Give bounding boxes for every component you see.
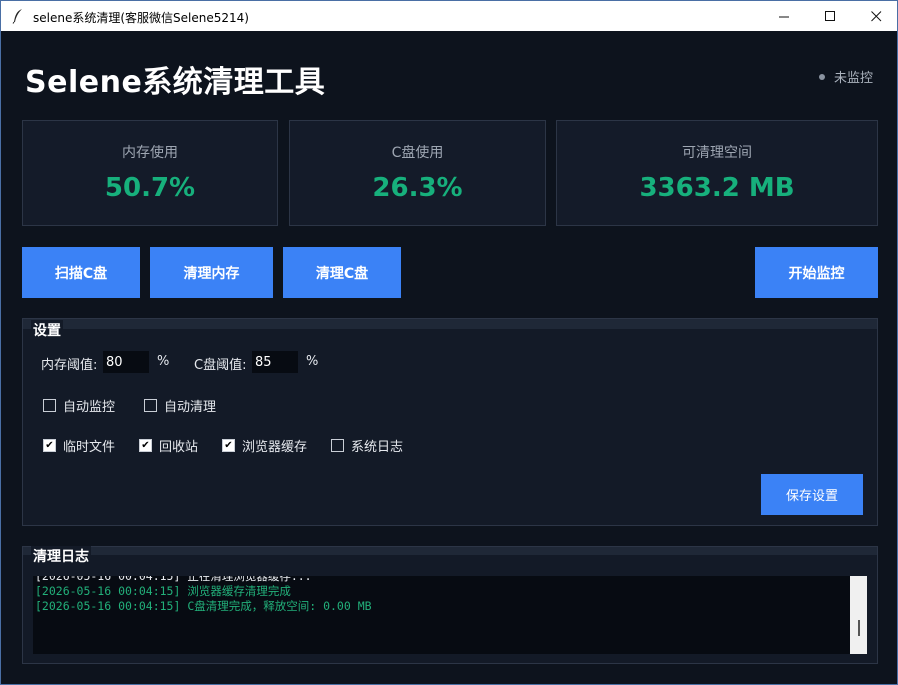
c-disk-usage-card: C盘使用 26.3% bbox=[289, 120, 546, 226]
close-icon bbox=[870, 10, 881, 21]
card-label: 可清理空间 bbox=[682, 145, 752, 161]
log-line: [2026-05-16 00:04:15] C盘清理完成，释放空间: 0.00 … bbox=[35, 599, 372, 613]
checkbox-box[interactable] bbox=[43, 399, 56, 412]
clean-c-button[interactable]: 清理C盘 bbox=[283, 247, 401, 298]
log-header-bar bbox=[23, 547, 877, 555]
memory-unit: % bbox=[157, 354, 170, 369]
checkbox-label: 自动监控 bbox=[63, 400, 116, 415]
window-title: selene系统清理(客服微信Selene5214) bbox=[33, 11, 249, 25]
memory-threshold-input[interactable] bbox=[103, 351, 149, 373]
start-monitor-button[interactable]: 开始监控 bbox=[755, 247, 878, 298]
card-value: 26.3% bbox=[372, 173, 463, 203]
card-value: 50.7% bbox=[104, 173, 196, 203]
clean-log-panel: 清理日志 [2026-05-16 00:04:15] 正在清理浏览器缓存... … bbox=[22, 546, 878, 664]
checkbox-box[interactable]: ✔ bbox=[222, 439, 235, 452]
checkbox-box[interactable]: ✔ bbox=[139, 439, 152, 452]
settings-panel: 设置 内存阈值: % C盘阈值: % 自动监控 自动清理 ✔ 临时文件 ✔ 回收… bbox=[22, 318, 878, 526]
log-line: [2026-05-16 00:04:15] 浏览器缓存清理完成 bbox=[35, 584, 291, 598]
minimize-button[interactable] bbox=[761, 1, 807, 31]
checkbox-box[interactable] bbox=[144, 399, 157, 412]
settings-title: 设置 bbox=[31, 320, 63, 340]
log-title: 清理日志 bbox=[31, 546, 91, 566]
recycle-bin-checkbox[interactable]: ✔ 回收站 bbox=[139, 436, 198, 455]
checkbox-label: 临时文件 bbox=[63, 440, 116, 455]
status-dot-icon bbox=[819, 73, 825, 80]
main-content: Selene系统清理工具 未监控 内存使用 50.7% C盘使用 26.3% 可… bbox=[1, 31, 897, 684]
cleanable-space-card: 可清理空间 3363.2 MB bbox=[556, 120, 878, 226]
checkbox-label: 系统日志 bbox=[351, 440, 404, 455]
memory-threshold-label: 内存阈值: bbox=[41, 358, 98, 373]
page-title: Selene系统清理工具 bbox=[25, 65, 326, 100]
checkbox-label: 自动清理 bbox=[164, 400, 217, 415]
title-bar[interactable]: selene系统清理(客服微信Selene5214) bbox=[1, 1, 897, 31]
auto-monitor-checkbox[interactable]: 自动监控 bbox=[43, 396, 115, 415]
c-unit: % bbox=[306, 354, 319, 369]
checkbox-label: 回收站 bbox=[159, 440, 199, 455]
scan-c-button[interactable]: 扫描C盘 bbox=[22, 247, 140, 298]
scrollbar-thumb[interactable] bbox=[858, 620, 860, 636]
system-log-checkbox[interactable]: 系统日志 bbox=[331, 436, 403, 455]
settings-header-bar bbox=[23, 319, 877, 329]
log-scrollbar[interactable] bbox=[850, 576, 867, 654]
monitor-status: 未监控 bbox=[819, 67, 873, 86]
checkbox-box[interactable]: ✔ bbox=[43, 439, 56, 452]
temp-files-checkbox[interactable]: ✔ 临时文件 bbox=[43, 436, 115, 455]
card-label: 内存使用 bbox=[122, 145, 178, 161]
close-button[interactable] bbox=[853, 1, 897, 31]
maximize-button[interactable] bbox=[807, 1, 853, 31]
checkbox-label: 浏览器缓存 bbox=[242, 440, 308, 455]
browser-cache-checkbox[interactable]: ✔ 浏览器缓存 bbox=[222, 436, 307, 455]
save-settings-button[interactable]: 保存设置 bbox=[761, 474, 863, 515]
checkbox-box[interactable] bbox=[331, 439, 344, 452]
app-window: selene系统清理(客服微信Selene5214) Selene系统清理工具 … bbox=[0, 0, 898, 685]
auto-clean-checkbox[interactable]: 自动清理 bbox=[144, 396, 216, 415]
c-threshold-label: C盘阈值: bbox=[194, 358, 247, 373]
card-value: 3363.2 MB bbox=[639, 173, 795, 203]
card-label: C盘使用 bbox=[391, 145, 444, 161]
maximize-icon bbox=[824, 10, 835, 21]
minimize-icon bbox=[778, 16, 789, 17]
log-textarea[interactable]: [2026-05-16 00:04:15] 正在清理浏览器缓存... [2026… bbox=[33, 576, 851, 654]
feather-icon bbox=[12, 9, 22, 24]
memory-usage-card: 内存使用 50.7% bbox=[22, 120, 278, 226]
clean-memory-button[interactable]: 清理内存 bbox=[150, 247, 273, 298]
c-threshold-input[interactable] bbox=[252, 351, 298, 373]
status-text: 未监控 bbox=[834, 71, 874, 86]
